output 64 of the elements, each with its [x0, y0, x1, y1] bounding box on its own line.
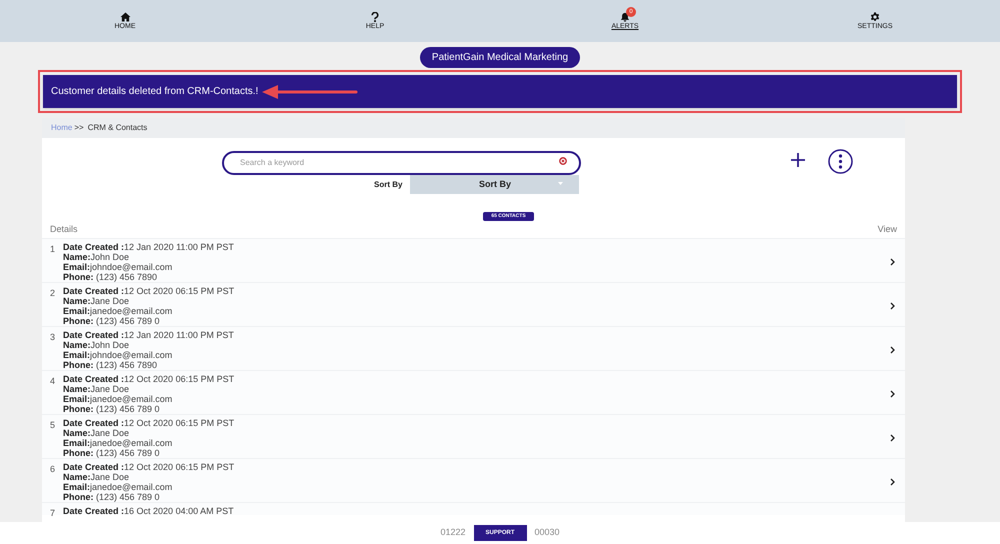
caret-icon: [558, 182, 564, 185]
row-number: 7: [48, 508, 56, 518]
contact-detail: Name:Jane Doe: [63, 472, 130, 482]
contact-row[interactable]: 2 Date Created :12 Oct 2020 06:15 PM PST Name:Jane Doe Email:janedoe@email.com Phone: (123) 456 789 0: [42, 282, 905, 326]
contact-detail: Name:Jane Doe: [63, 384, 130, 394]
bell-icon: [620, 12, 630, 22]
contact-detail: Phone: (123) 456 789 0: [63, 492, 161, 502]
contact-detail: Email:janedoe@email.com: [63, 482, 174, 492]
contact-detail: Name:Jane Doe: [63, 296, 130, 306]
contact-detail: Email:johndoe@email.com: [63, 350, 174, 360]
alert-message: Customer details deleted from CRM-Contacts.!: [51, 85, 258, 99]
gear-icon: [870, 12, 880, 22]
contact-detail: Date Created :12 Oct 2020 06:15 PM PST: [63, 374, 234, 384]
contact-row[interactable]: 6 Date Created :12 Oct 2020 06:15 PM PST Name:Jane Doe Email:janedoe@email.com Phone: (123) 456 789 0: [42, 458, 905, 502]
contact-detail: Email:janedoe@email.com: [63, 306, 174, 316]
contact-row[interactable]: 4 Date Created :12 Oct 2020 06:15 PM PST Name:Jane Doe Email:janedoe@email.com Phone: (123) 456 789 0: [42, 370, 905, 414]
row-number: 5: [48, 420, 56, 430]
footer-code: 01222: [440, 526, 466, 540]
more-options-icon[interactable]: [828, 149, 853, 174]
chevron-right-icon[interactable]: [890, 390, 895, 398]
breadcrumb-separator: >>: [74, 122, 84, 134]
contact-row[interactable]: 5 Date Created :12 Oct 2020 06:15 PM PST Name:Jane Doe Email:janedoe@email.com Phone: (123) 456 789 0: [42, 414, 905, 458]
chevron-right-icon[interactable]: [890, 258, 895, 266]
row-number: 2: [48, 288, 56, 298]
contact-detail: Date Created :12 Oct 2020 06:15 PM PST: [63, 418, 234, 428]
contact-detail: Date Created :12 Jan 2020 11:00 PM PST: [63, 242, 234, 252]
sort-dropdown[interactable]: Sort By: [410, 175, 580, 194]
home-icon: [120, 12, 130, 22]
breadcrumb-current: CRM & Contacts: [88, 122, 148, 134]
organization-title: PatientGain Medical Marketing: [420, 47, 580, 68]
contact-detail: Phone: (123) 456 7890: [63, 272, 158, 282]
contact-detail: Name:John Doe: [63, 252, 130, 262]
row-number: 6: [48, 464, 56, 474]
contact-row[interactable]: 7 Date Created :16 Oct 2020 04:00 AM PST: [42, 502, 905, 515]
contact-detail: Phone: (123) 456 789 0: [63, 316, 161, 326]
details-heading: Details: [50, 223, 78, 236]
contact-detail: Email:janedoe@email.com: [63, 438, 174, 448]
add-icon[interactable]: [791, 153, 805, 167]
clear-icon[interactable]: [559, 157, 567, 165]
contact-detail: Date Created :12 Oct 2020 06:15 PM PST: [63, 462, 234, 472]
contact-detail: Date Created :12 Jan 2020 11:00 PM PST: [63, 330, 234, 340]
chevron-right-icon[interactable]: [890, 346, 895, 354]
row-number: 4: [48, 376, 56, 386]
view-heading: View: [878, 223, 897, 236]
contact-detail: Email:johndoe@email.com: [63, 262, 174, 272]
row-number: 3: [48, 332, 56, 342]
row-number: 1: [48, 244, 56, 254]
chevron-right-icon[interactable]: [890, 434, 895, 442]
contact-detail: Phone: (123) 456 789 0: [63, 404, 161, 414]
contact-detail: Name:John Doe: [63, 340, 130, 350]
sort-label: Sort By: [374, 178, 402, 190]
contact-row[interactable]: 1 Date Created :12 Jan 2020 11:00 PM PST Name:John Doe Email:johndoe@email.com Phone: (123) 456 7890: [42, 238, 905, 282]
contact-detail: Date Created :12 Oct 2020 06:15 PM PST: [63, 286, 234, 296]
question-mark-icon: [370, 12, 379, 22]
contact-detail: Date Created :16 Oct 2020 04:00 AM PST: [63, 506, 234, 516]
contact-detail: Email:janedoe@email.com: [63, 394, 174, 404]
chevron-right-icon[interactable]: [890, 302, 895, 310]
contact-detail: Phone: (123) 456 789 0: [63, 448, 161, 458]
contact-row[interactable]: 3 Date Created :12 Jan 2020 11:00 PM PST Name:John Doe Email:johndoe@email.com Phone: (123) 456 7890: [42, 326, 905, 370]
footer-code: 00030: [534, 526, 560, 540]
contact-detail: Phone: (123) 456 7890: [63, 360, 158, 370]
contact-detail: Name:Jane Doe: [63, 428, 130, 438]
search-field[interactable]: Search a keyword: [222, 150, 581, 174]
chevron-right-icon[interactable]: [890, 478, 895, 486]
